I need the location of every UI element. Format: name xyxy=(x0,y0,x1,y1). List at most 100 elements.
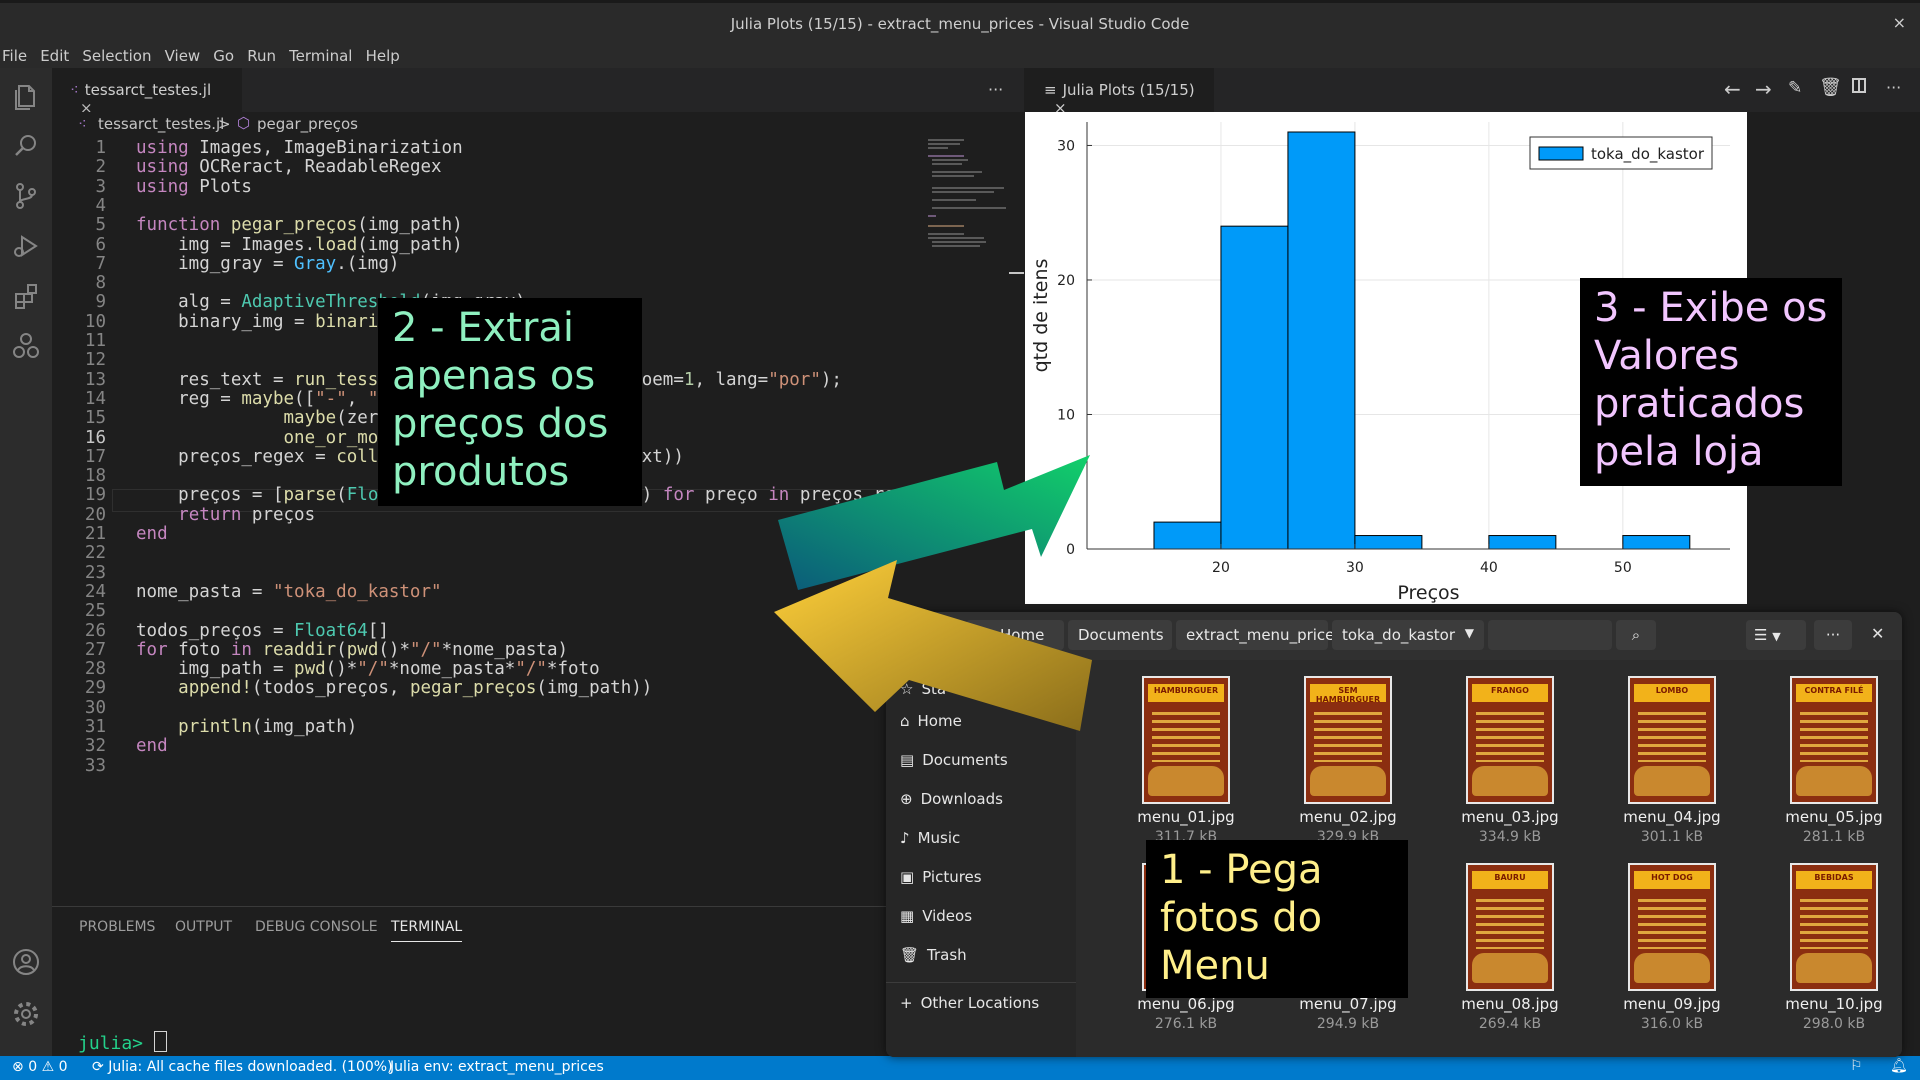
annotation-step-1: 1 - Pega fotos do Menu xyxy=(1146,840,1408,998)
path-toka-do-kastor[interactable]: toka_do_kastor ▼ xyxy=(1332,620,1484,650)
file-thumbnail[interactable]: BAURU xyxy=(1466,863,1554,991)
menu-price-lines xyxy=(1476,712,1544,762)
delete-plot-icon[interactable]: 🗑︎ xyxy=(1819,77,1842,98)
green-arrow xyxy=(778,455,1090,590)
next-plot-icon[interactable]: → xyxy=(1755,77,1772,101)
menu-price-lines xyxy=(1314,712,1382,762)
save-plot-icon[interactable]: ✎ xyxy=(1788,78,1802,98)
file-thumbnail[interactable]: BEBIDAS xyxy=(1790,863,1878,991)
menu-go[interactable]: Go xyxy=(211,47,240,65)
plus-icon: + xyxy=(900,994,913,1012)
line-number: 3 xyxy=(95,176,106,197)
histogram-bar xyxy=(1287,131,1356,550)
food-image xyxy=(1634,766,1710,796)
line-number: 16 xyxy=(84,427,106,448)
search-icon[interactable] xyxy=(10,130,42,162)
menu-terminal[interactable]: Terminal xyxy=(287,47,358,65)
previous-plot-icon[interactable]: ← xyxy=(1724,77,1741,101)
terminal-prompt[interactable]: julia> xyxy=(78,1031,167,1054)
video-icon: ▦ xyxy=(900,907,915,925)
source-control-icon[interactable] xyxy=(10,180,42,212)
julia-status[interactable]: ⟳ Julia: All cache files downloaded. (10… xyxy=(92,1059,393,1075)
document-icon: ▤ xyxy=(900,751,915,769)
file-thumbnail[interactable]: CONTRA FILÉ xyxy=(1790,676,1878,804)
menu-edit[interactable]: Edit xyxy=(38,47,75,65)
music-icon: ♪ xyxy=(900,829,910,847)
code-line: end xyxy=(136,524,168,544)
account-icon[interactable] xyxy=(10,946,42,978)
file-thumbnail[interactable]: HOT DOG xyxy=(1628,863,1716,991)
search-icon: ⌕ xyxy=(1631,626,1641,644)
file-thumbnail[interactable]: HAMBURGUER xyxy=(1142,676,1230,804)
chevron-down-icon: ▼ xyxy=(1772,630,1781,643)
file-thumbnail[interactable]: SEM HAMBURGUER xyxy=(1304,676,1392,804)
split-editor-icon[interactable] xyxy=(1852,78,1866,93)
file-thumbnail[interactable]: FRANGO xyxy=(1466,676,1554,804)
julia-env-status[interactable]: Julia env: extract_menu_prices xyxy=(390,1059,604,1075)
extensions-icon[interactable] xyxy=(10,280,42,312)
sidebar-label: Music xyxy=(917,829,961,847)
activity-bar xyxy=(0,68,52,1056)
menu-header-text: SEM HAMBURGUER xyxy=(1315,686,1381,704)
code-line: img_gray = Gray.(img) xyxy=(136,253,400,274)
y-tick-label: 20 xyxy=(1057,273,1075,289)
sidebar-item-other-locations[interactable]: + Other Locations xyxy=(900,994,1039,1012)
panel-tab-terminal[interactable]: TERMINAL xyxy=(391,919,463,942)
settings-gear-icon[interactable] xyxy=(10,998,42,1030)
sidebar-item-music[interactable]: ♪ Music xyxy=(900,829,960,847)
step1-line3: Menu xyxy=(1160,943,1270,989)
food-image xyxy=(1472,953,1548,983)
tab-tessarct-testes[interactable]: ⁖ tessarct_testes.jl × xyxy=(52,68,242,117)
plot-more-actions-icon[interactable]: ··· xyxy=(1886,78,1901,97)
julia-prompt: julia> xyxy=(78,1033,144,1054)
plot-tab-bar: ≡ Julia Plots (15/15) × ← → ✎ 🗑︎ ··· xyxy=(1024,68,1920,117)
sidebar-item-trash[interactable]: 🗑︎ Trash xyxy=(900,946,967,964)
panel-tab-problems[interactable]: PROBLEMS xyxy=(79,919,155,935)
sidebar-item-videos[interactable]: ▦ Videos xyxy=(900,907,972,925)
path-empty-slot xyxy=(1488,620,1612,650)
menu-view[interactable]: View xyxy=(163,47,207,65)
warning-count: 0 xyxy=(58,1059,68,1075)
menu-button[interactable]: ··· xyxy=(1814,620,1852,650)
sidebar-item-pictures[interactable]: ▣ Pictures xyxy=(900,868,982,886)
breadcrumb-file[interactable]: tessarct_testes.jl xyxy=(98,115,224,133)
problems-status[interactable]: ⊗ 0 ⚠ 0 xyxy=(12,1059,68,1075)
julia-icon[interactable] xyxy=(10,330,42,362)
x-tick-label: 30 xyxy=(1346,560,1364,576)
editor-more-actions-icon[interactable]: ··· xyxy=(988,80,1003,99)
menu-run[interactable]: Run xyxy=(245,47,282,65)
search-button[interactable]: ⌕ xyxy=(1616,620,1656,650)
breadcrumb-symbol[interactable]: pegar_preços xyxy=(257,115,358,133)
window-close-button[interactable]: × xyxy=(1893,13,1906,32)
file-thumbnail[interactable]: LOMBO xyxy=(1628,676,1716,804)
feedback-icon[interactable]: ⚐ xyxy=(1850,1058,1863,1074)
julia-file-icon: ⁖ xyxy=(70,81,79,99)
path-toka-label: toka_do_kastor xyxy=(1342,626,1456,644)
minimap[interactable] xyxy=(924,136,1010,256)
explorer-icon[interactable] xyxy=(10,80,42,112)
file-name: menu_08.jpg xyxy=(1461,995,1559,1013)
sidebar-item-downloads[interactable]: ⊕ Downloads xyxy=(900,790,1003,808)
path-extract-menu-prices[interactable]: extract_menu_prices xyxy=(1176,620,1342,650)
menu-file[interactable]: File xyxy=(0,47,33,65)
step2-line2: apenas os xyxy=(392,353,596,399)
menu-selection[interactable]: Selection xyxy=(80,47,157,65)
yellow-arrow xyxy=(774,560,1092,731)
line-number: 4 xyxy=(95,195,106,216)
panel-tab-output[interactable]: OUTPUT xyxy=(175,919,232,935)
file-name: menu_05.jpg xyxy=(1785,808,1883,826)
step2-line4: produtos xyxy=(392,449,570,495)
sidebar-label: Trash xyxy=(927,946,967,964)
view-options-button[interactable]: ☰ ▼ xyxy=(1746,620,1806,650)
food-image xyxy=(1796,766,1872,796)
tab-julia-plots[interactable]: ≡ Julia Plots (15/15) × xyxy=(1024,68,1214,117)
sidebar-item-documents[interactable]: ▤ Documents xyxy=(900,751,1008,769)
file-size: 294.9 kB xyxy=(1316,1016,1380,1032)
menu-help[interactable]: Help xyxy=(364,47,406,65)
notifications-bell-icon[interactable]: 🔔︎ xyxy=(1890,1058,1908,1074)
menu-header-text: BAURU xyxy=(1494,873,1526,882)
close-icon[interactable]: ✕ xyxy=(1871,624,1884,643)
run-debug-icon[interactable] xyxy=(10,230,42,262)
annotation-step-2: 2 - Extrai apenas os preços dos produtos xyxy=(378,298,642,506)
panel-tab-debug-console[interactable]: DEBUG CONSOLE xyxy=(255,919,378,935)
